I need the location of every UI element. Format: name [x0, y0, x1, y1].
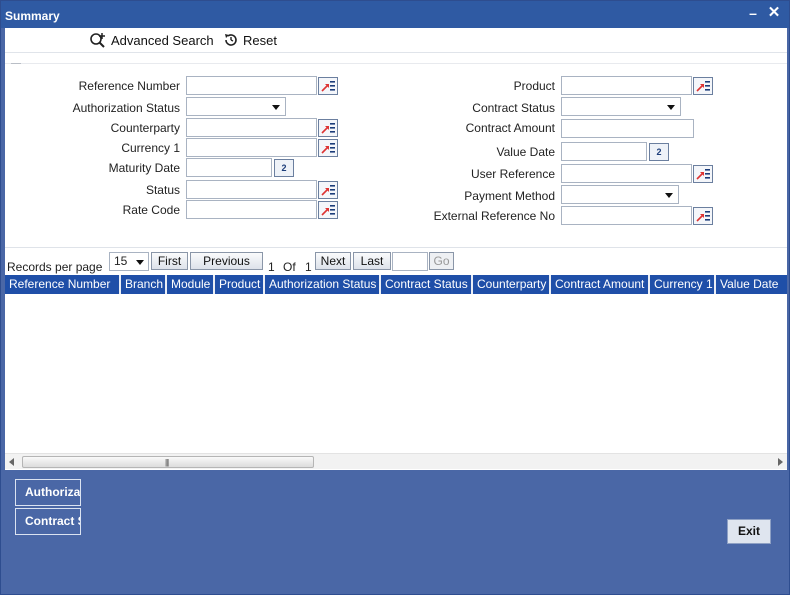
- close-icon[interactable]: ✕: [766, 5, 782, 21]
- records-per-page-label: Records per page: [7, 260, 103, 274]
- list-of-values-icon: [321, 143, 335, 154]
- user-reference-label: User Reference: [470, 167, 555, 181]
- payment-method-select[interactable]: [561, 185, 679, 204]
- chevron-down-icon: [667, 105, 675, 110]
- previous-page-button[interactable]: Previous: [190, 252, 263, 270]
- grip-icon: |||: [165, 458, 169, 467]
- authorization-status-select[interactable]: [186, 97, 286, 116]
- column-product[interactable]: Product: [215, 275, 265, 294]
- page-of-label: Of: [283, 260, 296, 274]
- counterparty-label: Counterparty: [110, 121, 180, 135]
- status-lov-button[interactable]: [318, 181, 338, 199]
- scrollbar-thumb[interactable]: |||: [22, 456, 314, 468]
- column-currency-1[interactable]: Currency 1: [650, 275, 716, 294]
- chevron-down-icon: [272, 105, 280, 110]
- title-bar: Summary – ✕: [1, 1, 789, 28]
- column-counterparty[interactable]: Counterparty: [473, 275, 551, 294]
- currency-1-label: Currency 1: [121, 141, 180, 155]
- authorization-status-button[interactable]: Authorization Status: [15, 479, 81, 506]
- external-reference-no-lov-button[interactable]: [693, 207, 713, 225]
- contract-status-label: Contract Status: [472, 101, 555, 115]
- contract-amount-label: Contract Amount: [465, 121, 555, 135]
- results-grid-header: Reference Number Branch Module Product A…: [5, 275, 787, 294]
- divider-tick: [11, 63, 21, 64]
- value-date-calendar-icon[interactable]: 2: [649, 143, 669, 161]
- chevron-down-icon: [665, 193, 673, 198]
- go-to-page-input[interactable]: [392, 252, 428, 271]
- user-reference-lov-button[interactable]: [693, 165, 713, 183]
- advanced-search-label: Advanced Search: [111, 32, 214, 48]
- list-of-values-icon: [321, 205, 335, 216]
- maturity-date-label: Maturity Date: [108, 161, 180, 175]
- contract-status-select[interactable]: [561, 97, 681, 116]
- advanced-search-button[interactable]: Advanced Search: [89, 32, 214, 48]
- current-page: 1: [268, 260, 275, 274]
- value-date-label: Value Date: [496, 145, 555, 159]
- product-lov-button[interactable]: [693, 77, 713, 95]
- reference-number-label: Reference Number: [78, 79, 180, 93]
- column-contract-status[interactable]: Contract Status: [381, 275, 473, 294]
- counterparty-lov-button[interactable]: [318, 119, 338, 137]
- product-label: Product: [513, 79, 555, 93]
- column-value-date[interactable]: Value Date: [716, 275, 787, 294]
- toolbar: Advanced Search Reset: [5, 28, 787, 53]
- currency-1-input[interactable]: [186, 138, 317, 157]
- rate-code-lov-button[interactable]: [318, 201, 338, 219]
- chevron-down-icon: [136, 260, 144, 265]
- payment-method-label: Payment Method: [464, 189, 555, 203]
- contract-status-button[interactable]: Contract Status: [15, 508, 81, 535]
- counterparty-input[interactable]: [186, 118, 317, 137]
- last-page-button[interactable]: Last: [353, 252, 391, 270]
- column-branch[interactable]: Branch: [121, 275, 167, 294]
- maturity-date-calendar-icon[interactable]: 2: [274, 159, 294, 177]
- horizontal-scrollbar[interactable]: |||: [5, 453, 787, 469]
- product-input[interactable]: [561, 76, 692, 95]
- minimize-icon[interactable]: –: [745, 5, 761, 21]
- rate-code-input[interactable]: [186, 200, 317, 219]
- list-of-values-icon: [696, 81, 710, 92]
- reset-icon: [223, 32, 239, 48]
- first-page-button[interactable]: First: [151, 252, 188, 270]
- records-per-page-value: 15: [114, 254, 128, 268]
- list-of-values-icon: [696, 211, 710, 222]
- reference-number-input[interactable]: [186, 76, 317, 95]
- column-module[interactable]: Module: [167, 275, 215, 294]
- next-page-button[interactable]: Next: [315, 252, 351, 270]
- currency-1-lov-button[interactable]: [318, 139, 338, 157]
- advanced-search-icon: [89, 32, 107, 48]
- value-date-input[interactable]: [561, 142, 647, 161]
- window-title: Summary: [5, 9, 60, 23]
- column-reference-number[interactable]: Reference Number: [5, 275, 121, 294]
- reset-button[interactable]: Reset: [223, 32, 277, 48]
- status-input[interactable]: [186, 180, 317, 199]
- pagination-bar: Records per page 15 First Previous 1 Of …: [5, 247, 787, 275]
- scroll-left-icon[interactable]: [9, 458, 14, 466]
- rate-code-label: Rate Code: [122, 203, 180, 217]
- external-reference-no-input[interactable]: [561, 206, 692, 225]
- external-reference-no-label: External Reference No: [433, 209, 555, 223]
- status-label: Status: [145, 183, 180, 197]
- exit-button[interactable]: Exit: [727, 519, 771, 544]
- list-of-values-icon: [321, 81, 335, 92]
- authorization-status-label: Authorization Status: [72, 101, 180, 115]
- contract-amount-input[interactable]: [561, 119, 694, 138]
- summary-content: Advanced Search Reset Reference Number A…: [5, 28, 787, 470]
- list-of-values-icon: [321, 123, 335, 134]
- user-reference-input[interactable]: [561, 164, 692, 183]
- scroll-right-icon[interactable]: [778, 458, 783, 466]
- go-button[interactable]: Go: [429, 252, 454, 270]
- column-authorization-status[interactable]: Authorization Status: [265, 275, 381, 294]
- divider: [5, 63, 787, 64]
- list-of-values-icon: [321, 185, 335, 196]
- column-contract-amount[interactable]: Contract Amount: [551, 275, 650, 294]
- total-pages: 1: [305, 260, 312, 274]
- summary-window: Summary – ✕ Advanced Search Reset Refere…: [0, 0, 790, 595]
- reset-label: Reset: [243, 32, 277, 48]
- list-of-values-icon: [696, 169, 710, 180]
- records-per-page-select[interactable]: 15: [109, 252, 149, 271]
- reference-number-lov-button[interactable]: [318, 77, 338, 95]
- maturity-date-input[interactable]: [186, 158, 272, 177]
